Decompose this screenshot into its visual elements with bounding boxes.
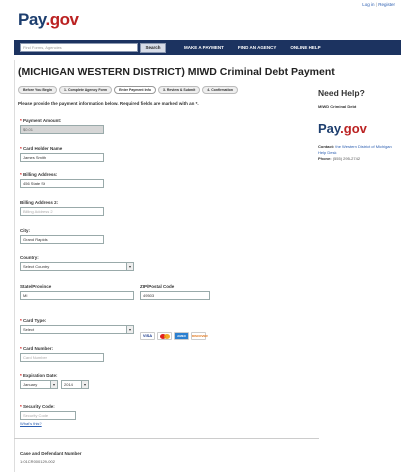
top-links: Log in | Register bbox=[362, 2, 395, 7]
card-number-field[interactable]: Card Number bbox=[20, 353, 104, 362]
login-link[interactable]: Log in bbox=[362, 2, 374, 7]
expiration-month-select[interactable]: January ▾ bbox=[20, 380, 58, 389]
payment-amount-label: * Payment Amount: bbox=[20, 118, 62, 123]
phone-number: (555) 295-2742 bbox=[332, 156, 361, 161]
page-title: (MICHIGAN WESTERN DISTRICT) MIWD Crimina… bbox=[18, 66, 335, 78]
country-select-value: Select Country bbox=[23, 264, 50, 269]
visa-icon: VISA bbox=[140, 332, 155, 340]
step-payment-info: Enter Payment Info bbox=[114, 86, 156, 94]
step-confirmation: 4. Confirmation bbox=[202, 86, 238, 94]
logo-text: Pay bbox=[18, 10, 46, 29]
expiration-year-value: 2014 bbox=[64, 382, 73, 387]
card-number-label: * Card Number: bbox=[20, 346, 54, 351]
contact-label: Contact: bbox=[318, 144, 335, 149]
case-number-label: Case and Defendant Number bbox=[20, 451, 82, 456]
card-holder-group: * Card Holder Name James Smith bbox=[20, 146, 104, 162]
step-before-you-begin: Before You Begin bbox=[18, 86, 58, 94]
card-number-group: * Card Number: Card Number bbox=[20, 346, 104, 362]
billing-address-group: * Billing Address: 456 State St bbox=[20, 172, 104, 188]
card-holder-label: * Card Holder Name bbox=[20, 146, 63, 151]
chevron-down-icon: ▾ bbox=[126, 263, 133, 270]
state-group: State/Province MI bbox=[20, 284, 134, 300]
zip-label: ZIP/Postal Code bbox=[140, 284, 175, 289]
nav-find-agency[interactable]: FIND AN AGENCY bbox=[238, 45, 276, 50]
expiration-month-value: January bbox=[23, 382, 38, 387]
billing-address2-label: Billing Address 2: bbox=[20, 200, 59, 205]
zip-field[interactable]: 49503 bbox=[140, 291, 210, 300]
city-group: City: Grand Rapids bbox=[20, 228, 104, 244]
help-sidebar: Need Help? MIWD Criminal Debt Pay.gov Co… bbox=[318, 88, 401, 162]
chevron-down-icon: ▾ bbox=[50, 381, 57, 388]
card-type-select-value: Select bbox=[23, 327, 35, 332]
top-links-separator: | bbox=[375, 2, 377, 7]
discover-icon: DISCOVER bbox=[191, 332, 208, 340]
register-link[interactable]: Register bbox=[378, 2, 395, 7]
billing-address2-group: Billing Address 2: Billing Address 2 bbox=[20, 200, 104, 216]
help-subtitle: MIWD Criminal Debt bbox=[318, 104, 357, 109]
progress-steps: Before You Begin 1. Complete Agency Form… bbox=[18, 86, 238, 94]
logo-accent: .gov bbox=[45, 10, 79, 29]
help-title: Need Help? bbox=[318, 88, 365, 98]
country-label: Country: bbox=[20, 255, 39, 260]
main-navbar: Find Forms, Agencies Search MAKE A PAYME… bbox=[14, 40, 401, 55]
phone-label: Phone: bbox=[318, 156, 332, 161]
billing-address-field[interactable]: 456 State St bbox=[20, 179, 104, 188]
step-review-submit: 3. Review & Submit bbox=[158, 86, 201, 94]
mastercard-icon bbox=[157, 332, 172, 340]
search-input[interactable]: Find Forms, Agencies bbox=[20, 43, 138, 52]
help-contact: Contact: the Western District of Michiga… bbox=[318, 144, 401, 162]
sidebar-paygov-logo: Pay.gov bbox=[318, 121, 401, 136]
billing-address-label: * Billing Address: bbox=[20, 172, 58, 177]
state-label: State/Province bbox=[20, 284, 52, 289]
state-field[interactable]: MI bbox=[20, 291, 134, 300]
security-code-label: * Security Code: bbox=[20, 404, 55, 409]
payment-amount-field: $0.01 bbox=[20, 125, 104, 134]
billing-address2-field[interactable]: Billing Address 2 bbox=[20, 207, 104, 216]
sidebar-logo-text: Pay bbox=[318, 121, 341, 136]
chevron-down-icon: ▾ bbox=[126, 326, 133, 333]
nav-make-payment[interactable]: MAKE A PAYMENT bbox=[184, 45, 224, 50]
zip-group: ZIP/Postal Code 49503 bbox=[140, 284, 210, 300]
nav-online-help[interactable]: ONLINE HELP bbox=[290, 45, 320, 50]
sidebar-logo-accent: .gov bbox=[340, 121, 367, 136]
amex-icon: AMEX bbox=[174, 332, 189, 340]
city-field[interactable]: Grand Rapids bbox=[20, 235, 104, 244]
paygov-logo[interactable]: Pay.gov bbox=[18, 10, 79, 30]
case-number-value: 1:01CR000129-002 bbox=[20, 459, 55, 464]
search-button[interactable]: Search bbox=[140, 42, 166, 53]
section-divider bbox=[14, 438, 319, 439]
whats-this-link[interactable]: What's this? bbox=[20, 421, 76, 426]
left-border bbox=[14, 60, 15, 472]
security-code-field[interactable]: Security Code bbox=[20, 411, 76, 420]
expiration-year-select[interactable]: 2014 ▾ bbox=[61, 380, 89, 389]
country-group: Country: Select Country ▾ bbox=[20, 255, 134, 271]
card-type-select[interactable]: Select ▾ bbox=[20, 325, 134, 334]
card-type-label: * Card Type: bbox=[20, 318, 47, 323]
security-code-group: * Security Code: Security Code What's th… bbox=[20, 404, 76, 426]
country-select[interactable]: Select Country ▾ bbox=[20, 262, 134, 271]
card-type-group: * Card Type: Select ▾ bbox=[20, 318, 134, 334]
card-holder-field[interactable]: James Smith bbox=[20, 153, 104, 162]
payment-amount-group: * Payment Amount: $0.01 bbox=[20, 118, 104, 134]
step-agency-form: 1. Complete Agency Form bbox=[59, 86, 113, 94]
city-label: City: bbox=[20, 228, 30, 233]
expiration-group: * Expiration Date: January ▾ 2014 ▾ bbox=[20, 373, 89, 389]
accepted-cards: VISA AMEX DISCOVER bbox=[140, 332, 208, 340]
case-number-group: Case and Defendant Number 1:01CR000129-0… bbox=[20, 451, 82, 464]
instructions: Please provide the payment information b… bbox=[18, 101, 199, 106]
chevron-down-icon: ▾ bbox=[81, 381, 88, 388]
